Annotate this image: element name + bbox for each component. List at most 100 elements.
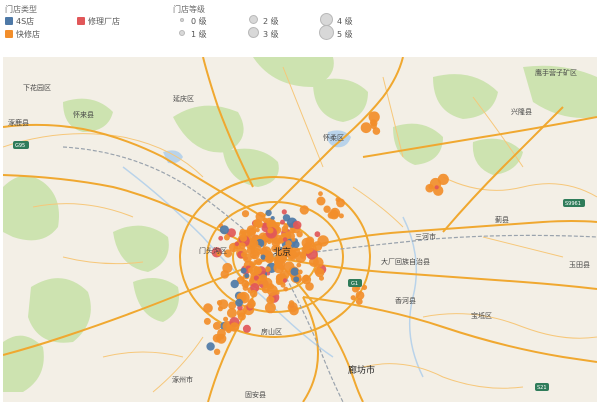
legend-swatch-repair[interactable] [77, 17, 85, 25]
store-marker[interactable] [292, 240, 300, 248]
store-marker[interactable] [253, 266, 262, 275]
level-0-label[interactable]: 0 级 [191, 16, 207, 27]
store-marker[interactable] [249, 289, 258, 298]
store-marker[interactable] [212, 321, 221, 330]
level-5-label[interactable]: 5 级 [337, 29, 353, 40]
store-marker[interactable] [262, 246, 267, 252]
store-marker[interactable] [206, 342, 215, 351]
store-marker[interactable] [237, 312, 246, 321]
store-marker[interactable] [239, 276, 245, 281]
store-marker[interactable] [213, 348, 221, 355]
store-marker[interactable] [287, 302, 298, 313]
store-marker[interactable] [280, 282, 286, 288]
legend-swatch-quick[interactable] [5, 30, 13, 38]
store-marker[interactable] [283, 223, 289, 230]
store-marker[interactable] [230, 279, 239, 289]
level-4-label[interactable]: 4 级 [337, 16, 353, 27]
store-marker[interactable] [329, 207, 341, 219]
store-marker[interactable] [305, 249, 311, 255]
store-marker[interactable] [437, 173, 449, 185]
store-marker[interactable] [293, 276, 300, 283]
store-marker[interactable] [218, 235, 224, 241]
store-marker[interactable] [219, 225, 229, 235]
legend-swatch-4s[interactable] [5, 17, 13, 25]
store-marker[interactable] [235, 298, 244, 307]
store-marker[interactable] [314, 231, 321, 238]
store-marker[interactable] [234, 241, 240, 247]
store-marker[interactable] [290, 267, 299, 276]
store-marker[interactable] [275, 290, 280, 295]
place-label: 延庆区 [173, 94, 194, 103]
store-marker[interactable] [355, 298, 363, 305]
store-marker[interactable] [223, 316, 229, 322]
store-marker[interactable] [318, 191, 323, 197]
store-marker[interactable] [229, 322, 240, 332]
store-marker[interactable] [239, 230, 246, 238]
store-marker[interactable] [246, 227, 256, 237]
store-marker[interactable] [249, 261, 254, 266]
store-marker[interactable] [220, 270, 230, 279]
place-label: 怀柔区 [323, 133, 344, 142]
store-marker[interactable] [217, 306, 223, 312]
store-marker[interactable] [372, 127, 381, 135]
store-marker[interactable] [241, 210, 250, 218]
store-marker[interactable] [266, 295, 275, 304]
store-marker[interactable] [257, 259, 263, 264]
store-marker[interactable] [249, 278, 255, 284]
store-marker[interactable] [283, 286, 289, 292]
level-3-label[interactable]: 3 级 [263, 29, 279, 40]
legend-label-repair[interactable]: 修理厂店 [88, 16, 120, 27]
store-marker[interactable] [313, 257, 324, 268]
place-label: 蓟县 [495, 215, 509, 224]
store-map[interactable]: 下花园区 涿鹿县 怀来县 延庆区 怀柔区 鹰手营子矿区 兴隆县 门头沟区 大厂回… [3, 57, 597, 402]
store-marker[interactable] [267, 283, 275, 290]
store-marker[interactable] [242, 324, 251, 333]
store-marker[interactable] [244, 273, 250, 279]
store-marker[interactable] [292, 220, 302, 230]
store-marker[interactable] [281, 209, 287, 215]
store-marker[interactable] [282, 278, 288, 283]
store-marker[interactable] [323, 205, 331, 213]
store-marker[interactable] [360, 122, 372, 134]
level-2-label[interactable]: 2 级 [263, 16, 279, 27]
store-marker[interactable] [226, 308, 237, 318]
store-marker[interactable] [247, 300, 255, 309]
store-marker[interactable] [228, 301, 237, 310]
store-marker[interactable] [223, 234, 230, 241]
store-marker[interactable] [301, 237, 312, 249]
store-marker[interactable] [296, 231, 303, 238]
store-marker[interactable] [297, 269, 303, 275]
legend-label-quick[interactable]: 快修店 [16, 29, 40, 40]
store-marker[interactable] [259, 274, 267, 282]
store-marker[interactable] [250, 244, 262, 256]
store-marker[interactable] [215, 336, 220, 341]
store-marker[interactable] [252, 219, 262, 228]
store-marker[interactable] [203, 317, 211, 325]
store-marker[interactable] [305, 282, 314, 291]
store-marker[interactable] [336, 198, 346, 208]
level-1-marker [179, 30, 185, 36]
store-marker[interactable] [296, 262, 302, 268]
store-marker[interactable] [241, 280, 250, 288]
store-marker[interactable] [242, 253, 252, 263]
legend-label-4s[interactable]: 4S店 [16, 16, 34, 27]
store-marker[interactable] [361, 284, 368, 291]
place-label: 涿州市 [172, 375, 193, 384]
store-marker[interactable] [312, 241, 323, 252]
store-marker[interactable] [203, 303, 213, 313]
level-1-label[interactable]: 1 级 [191, 29, 207, 40]
store-marker[interactable] [302, 274, 310, 282]
store-marker[interactable] [316, 196, 326, 206]
store-marker[interactable] [315, 267, 325, 278]
store-marker[interactable] [291, 237, 296, 242]
store-marker[interactable] [434, 185, 439, 190]
store-marker[interactable] [240, 267, 247, 274]
map-canvas[interactable]: 下花园区 涿鹿县 怀来县 延庆区 怀柔区 鹰手营子矿区 兴隆县 门头沟区 大厂回… [3, 57, 597, 402]
store-marker[interactable] [370, 119, 378, 127]
store-marker[interactable] [299, 205, 309, 215]
store-marker[interactable] [282, 237, 288, 242]
store-marker[interactable] [265, 209, 272, 217]
store-marker[interactable] [280, 219, 285, 225]
store-marker[interactable] [267, 227, 274, 234]
store-marker[interactable] [350, 295, 356, 301]
